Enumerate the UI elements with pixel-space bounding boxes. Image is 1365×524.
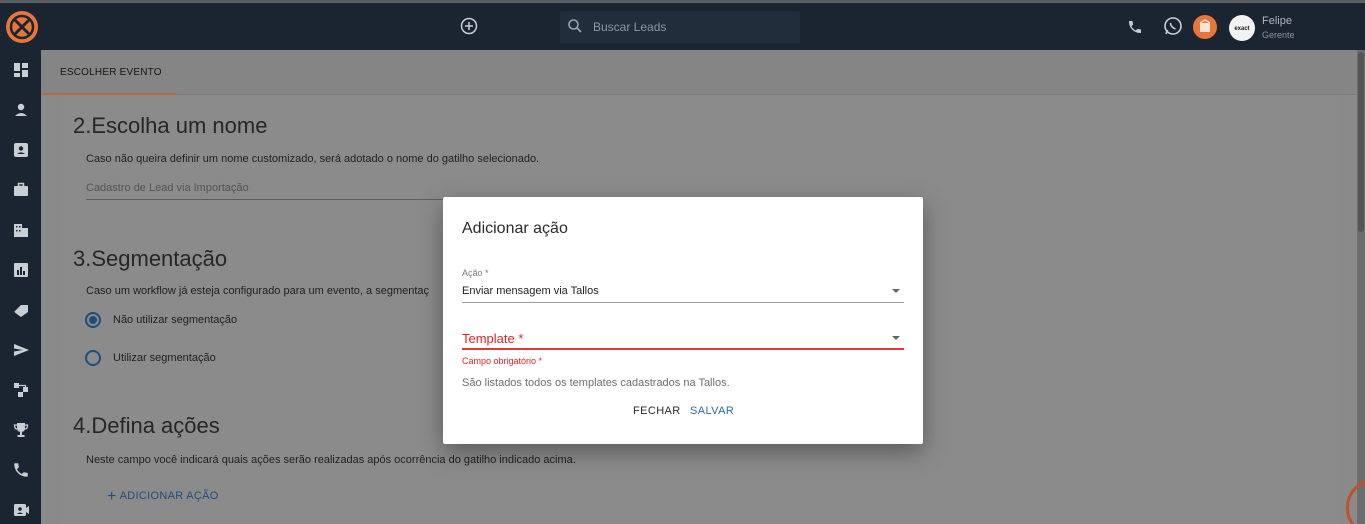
- section-actions-description: Neste campo você indicará quais ações se…: [86, 454, 576, 466]
- notification-badge[interactable]: [1193, 15, 1217, 39]
- briefcase-icon[interactable]: [12, 181, 30, 199]
- template-help-text: São listados todos os templates cadastra…: [462, 377, 730, 389]
- person-icon[interactable]: [12, 101, 30, 119]
- add-action-label: ADICIONAR AÇÃO: [119, 490, 219, 502]
- section-name-title: 2.Escolha um nome: [73, 113, 268, 138]
- dashboard-icon[interactable]: [12, 61, 30, 79]
- template-select-label[interactable]: Template *: [462, 331, 523, 346]
- name-field[interactable]: [86, 178, 466, 200]
- section-segmentation-description: Caso um workflow já esteja configurado p…: [86, 285, 430, 297]
- radio-use-segmentation[interactable]: [85, 350, 101, 366]
- video-icon[interactable]: [12, 501, 30, 519]
- avatar[interactable]: exact: [1229, 15, 1255, 41]
- search-input[interactable]: [593, 18, 788, 36]
- send-icon[interactable]: [12, 341, 30, 359]
- plus-icon: +: [107, 488, 117, 505]
- logo-cross-icon: [9, 14, 35, 40]
- tab-bar: ESCOLHER EVENTO: [41, 50, 1357, 95]
- action-select-label: Ação *: [462, 268, 489, 278]
- phone-icon[interactable]: [1127, 19, 1143, 40]
- box-icon: [1199, 19, 1211, 32]
- radio-no-segmentation[interactable]: [85, 312, 101, 328]
- search-icon: [568, 19, 582, 33]
- tab-choose-event[interactable]: ESCOLHER EVENTO: [41, 50, 177, 95]
- name-input[interactable]: [86, 182, 466, 194]
- section-actions-title: 4.Defina ações: [73, 413, 220, 438]
- chevron-down-icon[interactable]: [892, 289, 900, 293]
- user-role: Gerente: [1262, 30, 1295, 40]
- phone-icon[interactable]: [12, 461, 30, 479]
- whatsapp-icon[interactable]: [1163, 16, 1183, 41]
- chevron-down-icon[interactable]: [892, 336, 900, 340]
- sidebar: [0, 50, 41, 524]
- page-scrollbar-thumb[interactable]: [1358, 52, 1364, 232]
- workflow-icon[interactable]: [12, 381, 30, 399]
- bar-chart-icon[interactable]: [12, 261, 30, 279]
- tag-icon[interactable]: [12, 301, 30, 319]
- add-action-dialog: Adicionar ação Ação * Enviar mensagem vi…: [443, 197, 923, 444]
- template-error-text: Campo obrigatório *: [462, 356, 543, 366]
- trophy-icon[interactable]: [12, 421, 30, 439]
- search-bar[interactable]: [560, 11, 800, 43]
- building-icon[interactable]: [12, 221, 30, 239]
- action-select-value[interactable]: Enviar mensagem via Tallos: [462, 285, 599, 297]
- template-select-underline: [462, 348, 904, 350]
- radio-no-segmentation-label[interactable]: Não utilizar segmentação: [113, 314, 237, 326]
- radio-selected-dot: [89, 316, 97, 324]
- tab-label: ESCOLHER EVENTO: [60, 67, 162, 78]
- dialog-title: Adicionar ação: [462, 220, 568, 237]
- section-name-description: Caso não queira definir um nome customiz…: [86, 153, 540, 165]
- section-segmentation-title: 3.Segmentação: [73, 246, 228, 271]
- close-button[interactable]: FECHAR: [633, 405, 681, 417]
- add-action-button[interactable]: + ADICIONAR AÇÃO: [107, 488, 219, 506]
- contact-card-icon[interactable]: [12, 141, 30, 159]
- app-logo[interactable]: [6, 11, 38, 43]
- top-header: exact Felipe Gerente: [0, 3, 1365, 50]
- radio-use-segmentation-label[interactable]: Utilizar segmentação: [113, 352, 216, 364]
- user-name[interactable]: Felipe: [1262, 15, 1292, 27]
- action-select-underline: [462, 302, 904, 303]
- add-circle-icon[interactable]: [460, 17, 478, 35]
- save-button[interactable]: SALVAR: [690, 405, 734, 417]
